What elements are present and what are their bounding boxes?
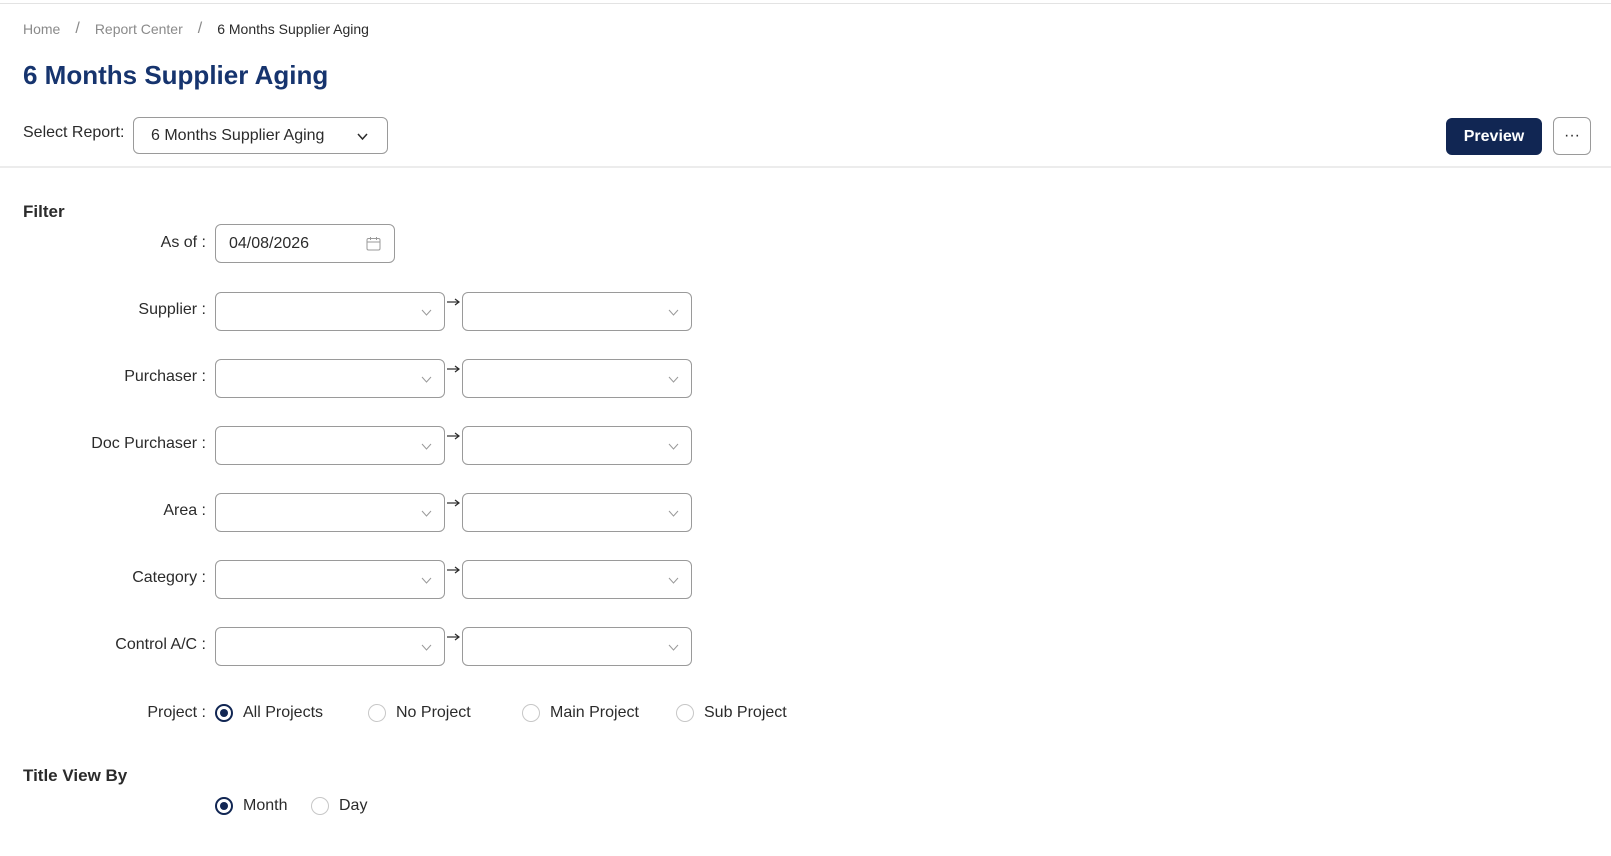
project-option-sub[interactable]: Sub Project <box>676 704 787 722</box>
project-option-label: Main Project <box>550 704 639 721</box>
radio-unchecked-icon[interactable] <box>676 704 694 722</box>
select-report-label: Select Report: <box>23 124 125 141</box>
area-to-select[interactable] <box>462 493 692 532</box>
more-options-icon: ··· <box>1564 127 1580 144</box>
title-view-option-day[interactable]: Day <box>311 797 367 815</box>
category-from-select[interactable] <box>215 560 445 599</box>
project-option-label: No Project <box>396 704 471 721</box>
as-of-label: As of : <box>160 234 206 251</box>
supplier-to-select[interactable] <box>462 292 692 331</box>
purchaser-label: Purchaser : <box>124 368 206 385</box>
chevron-down-icon <box>421 577 432 584</box>
control-ac-to-select[interactable] <box>462 627 692 666</box>
select-report-dropdown[interactable]: 6 Months Supplier Aging <box>133 117 388 154</box>
title-view-heading: Title View By <box>23 766 128 785</box>
title-view-option-month[interactable]: Month <box>215 797 311 815</box>
project-label: Project : <box>147 704 206 721</box>
preview-button[interactable]: Preview <box>1446 118 1542 155</box>
radio-unchecked-icon[interactable] <box>368 704 386 722</box>
breadcrumb-separator: / <box>197 20 203 37</box>
header-divider <box>0 166 1611 168</box>
chevron-down-icon <box>421 309 432 316</box>
title-view-option-label: Day <box>339 797 368 814</box>
chevron-down-icon <box>668 644 679 651</box>
chevron-down-icon <box>668 443 679 450</box>
supplier-from-select[interactable] <box>215 292 445 331</box>
control-ac-label: Control A/C : <box>115 636 206 653</box>
category-label: Category : <box>132 569 206 586</box>
area-label: Area : <box>163 502 206 519</box>
project-option-main[interactable]: Main Project <box>522 704 676 722</box>
chevron-down-icon <box>668 376 679 383</box>
chevron-down-icon <box>421 510 432 517</box>
project-option-none[interactable]: No Project <box>368 704 522 722</box>
radio-checked-icon[interactable] <box>215 704 233 722</box>
breadcrumb-home[interactable]: Home <box>23 21 60 37</box>
select-report-value: 6 Months Supplier Aging <box>151 126 325 144</box>
page-title: 6 Months Supplier Aging <box>23 60 329 90</box>
radio-checked-icon[interactable] <box>215 797 233 815</box>
range-arrow-icon <box>447 566 460 574</box>
chevron-down-icon <box>668 577 679 584</box>
area-from-select[interactable] <box>215 493 445 532</box>
chevron-down-icon <box>668 309 679 316</box>
project-option-all[interactable]: All Projects <box>215 704 368 722</box>
breadcrumb-report-center[interactable]: Report Center <box>95 21 183 37</box>
breadcrumb-separator: / <box>75 20 80 37</box>
range-arrow-icon <box>447 499 460 507</box>
project-radio-group: All Projects No Project Main Project Sub… <box>215 704 787 722</box>
as-of-date-value: 04/08/2026 <box>229 234 310 252</box>
supplier-label: Supplier : <box>138 301 206 318</box>
radio-unchecked-icon[interactable] <box>311 797 329 815</box>
purchaser-from-select[interactable] <box>215 359 445 398</box>
chevron-down-icon <box>421 443 432 450</box>
breadcrumb: Home / Report Center / 6 Months Supplier… <box>23 20 369 38</box>
as-of-date-field[interactable]: 04/08/2026 <box>215 224 395 263</box>
doc-purchaser-from-select[interactable] <box>215 426 445 465</box>
range-arrow-icon <box>447 365 460 373</box>
chevron-down-icon <box>421 376 432 383</box>
filter-heading: Filter <box>23 202 65 221</box>
doc-purchaser-to-select[interactable] <box>462 426 692 465</box>
more-options-button[interactable]: ··· <box>1553 117 1591 155</box>
project-option-label: All Projects <box>243 704 324 721</box>
top-divider <box>0 3 1611 4</box>
range-arrow-icon <box>447 633 460 641</box>
doc-purchaser-label: Doc Purchaser : <box>91 435 206 452</box>
calendar-icon[interactable] <box>366 236 381 251</box>
control-ac-from-select[interactable] <box>215 627 445 666</box>
range-arrow-icon <box>447 432 460 440</box>
title-view-radio-group: Month Day <box>215 797 367 815</box>
range-arrow-icon <box>447 298 460 306</box>
category-to-select[interactable] <box>462 560 692 599</box>
radio-unchecked-icon[interactable] <box>522 704 540 722</box>
chevron-down-icon <box>421 644 432 651</box>
purchaser-to-select[interactable] <box>462 359 692 398</box>
title-view-option-label: Month <box>243 797 288 814</box>
project-option-label: Sub Project <box>704 704 787 721</box>
chevron-down-icon <box>668 510 679 517</box>
chevron-down-icon <box>357 133 368 141</box>
breadcrumb-current: 6 Months Supplier Aging <box>217 21 369 37</box>
